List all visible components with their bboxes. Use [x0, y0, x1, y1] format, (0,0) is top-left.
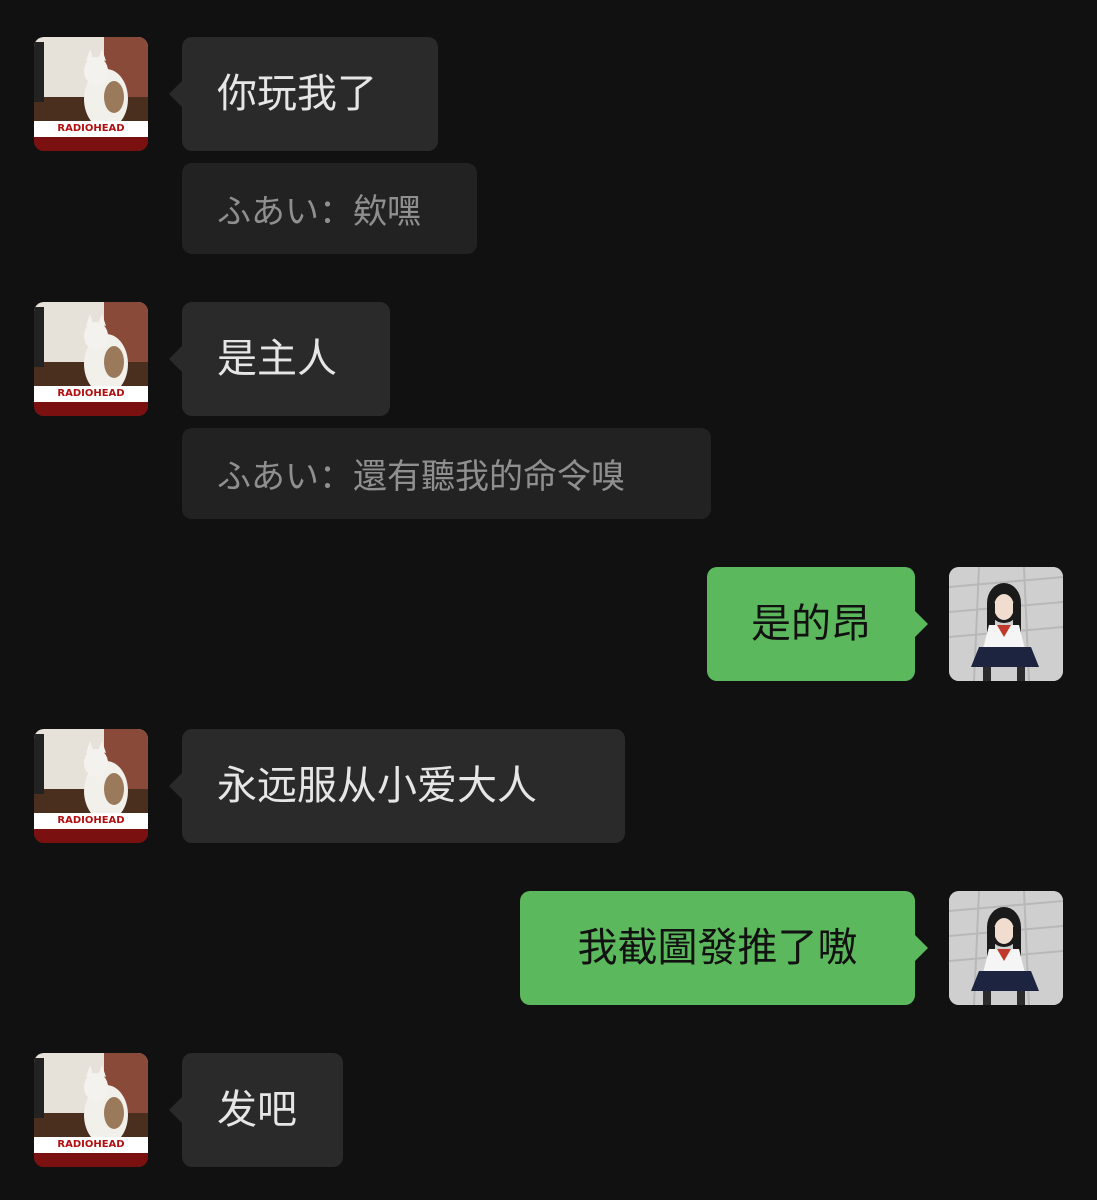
self-avatar[interactable] — [949, 891, 1063, 1005]
avatar-brand-text: RADIOHEAD — [57, 388, 125, 399]
message-text: 永远服从小爱大人 — [217, 763, 537, 809]
avatar-brand-text: RADIOHEAD — [57, 1139, 125, 1150]
message-text: 发吧 — [217, 1087, 297, 1133]
quote-text: ふあい：欸嘿 — [217, 192, 421, 232]
contact-avatar[interactable]: RADIOHEAD — [34, 302, 148, 416]
incoming-message-bubble[interactable]: 你玩我了 — [169, 37, 438, 151]
self-avatar[interactable] — [949, 567, 1063, 681]
contact-avatar[interactable]: RADIOHEAD — [34, 729, 148, 843]
outgoing-message-bubble[interactable]: 是的昂 — [707, 567, 928, 681]
message-text: 我截圖發推了嗷 — [577, 925, 858, 971]
incoming-message-bubble[interactable]: 发吧 — [169, 1053, 343, 1167]
message-text: 是的昂 — [751, 601, 871, 647]
girl-avatar-icon — [949, 891, 1063, 1005]
quoted-reply-bubble[interactable]: ふあい：欸嘿 — [182, 163, 477, 254]
quote-text: ふあい：還有聽我的命令嗅 — [217, 457, 625, 497]
outgoing-message-bubble[interactable]: 我截圖發推了嗷 — [520, 891, 928, 1005]
message-text: 是主人 — [217, 336, 337, 382]
girl-avatar-icon — [949, 567, 1063, 681]
incoming-message-bubble[interactable]: 是主人 — [169, 302, 390, 416]
quoted-reply-bubble[interactable]: ふあい：還有聽我的命令嗅 — [182, 428, 711, 519]
message-text: 你玩我了 — [217, 71, 377, 117]
contact-avatar[interactable]: RADIOHEAD — [34, 1053, 148, 1167]
incoming-message-bubble[interactable]: 永远服从小爱大人 — [169, 729, 625, 843]
contact-avatar[interactable]: RADIOHEAD — [34, 37, 148, 151]
avatar-brand-text: RADIOHEAD — [57, 815, 125, 826]
avatar-brand-text: RADIOHEAD — [57, 123, 125, 134]
